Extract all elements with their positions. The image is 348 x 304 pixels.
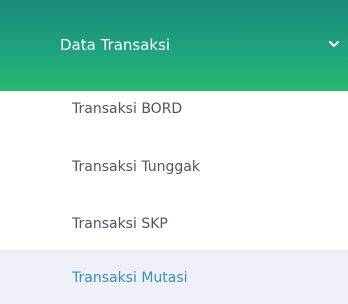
menu-group-data-transaksi[interactable]: Data Transaksi [0, 0, 348, 91]
submenu-item-transaksi-skp[interactable]: Transaksi SKP [0, 197, 348, 253]
submenu-item-label: Transaksi Mutasi [72, 270, 188, 286]
submenu-item-transaksi-tunggak[interactable]: Transaksi Tunggak [0, 140, 348, 196]
submenu-item-label: Transaksi BORD [72, 101, 183, 117]
submenu-item-transaksi-mutasi[interactable]: Transaksi Mutasi [0, 250, 348, 304]
chevron-down-icon [329, 41, 339, 47]
sidebar-menu: Data Transaksi Transaksi BORD Transaksi … [0, 0, 348, 304]
submenu-item-label: Transaksi Tunggak [72, 159, 200, 175]
menu-group-label: Data Transaksi [60, 36, 171, 54]
submenu-item-label: Transaksi SKP [72, 216, 168, 232]
submenu-item-transaksi-bord[interactable]: Transaksi BORD [0, 82, 348, 138]
